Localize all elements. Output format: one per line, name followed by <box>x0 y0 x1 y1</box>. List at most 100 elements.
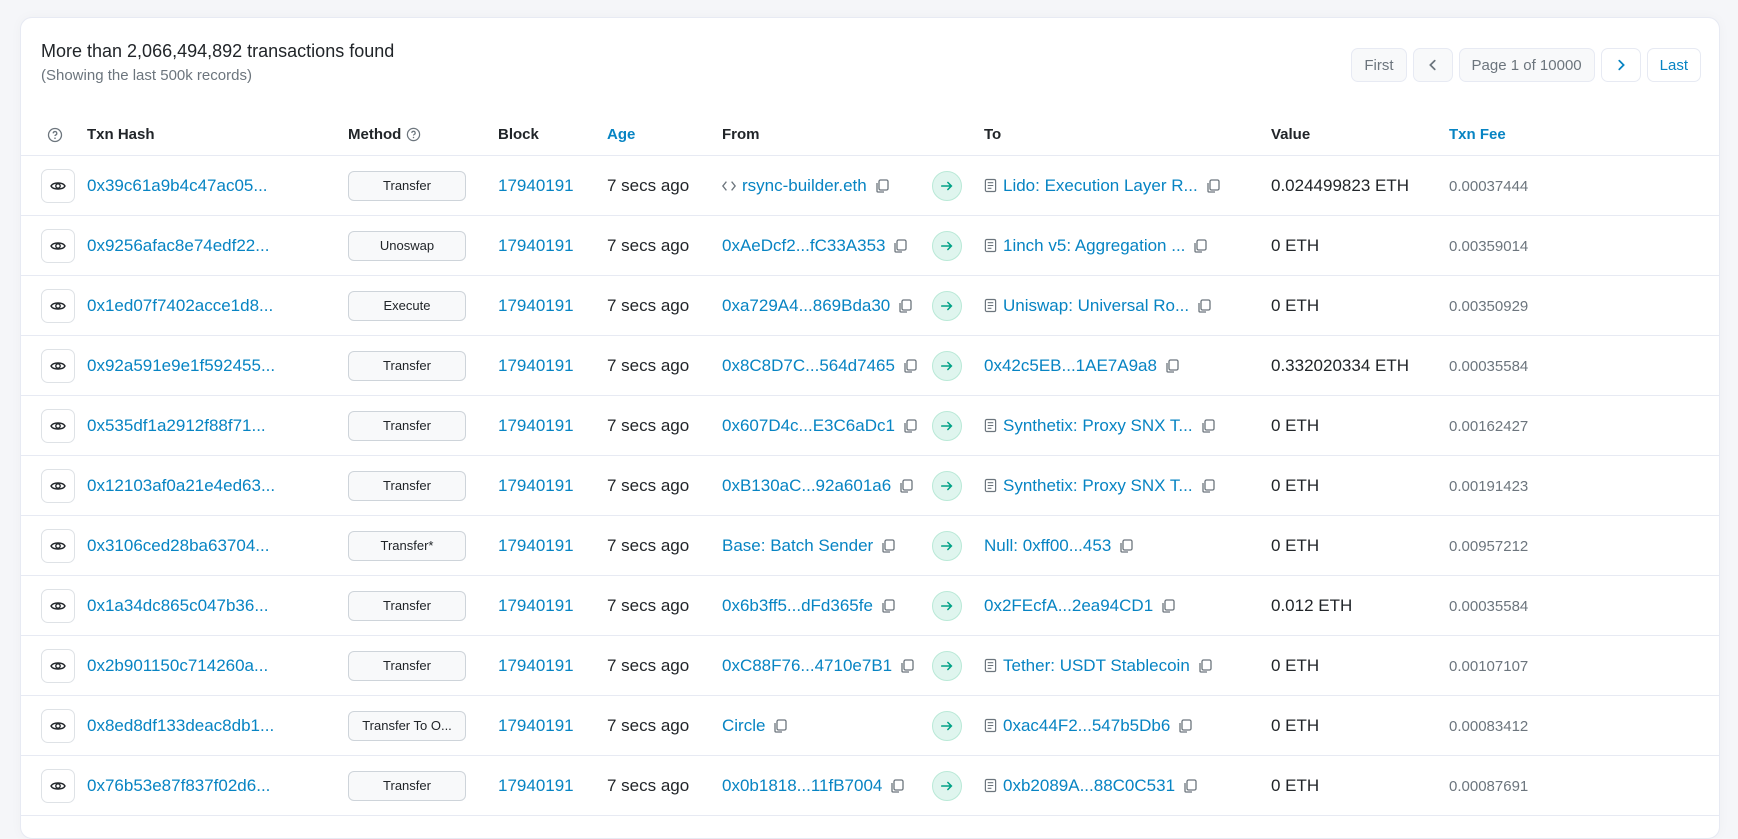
txn-hash-link[interactable]: 0x1ed07f7402acce1d8... <box>87 296 273 315</box>
preview-button[interactable] <box>41 408 75 443</box>
next-page-button[interactable] <box>1600 48 1641 82</box>
block-link[interactable]: 17940191 <box>498 716 574 735</box>
preview-button[interactable] <box>41 168 75 203</box>
copy-icon[interactable] <box>1176 717 1194 735</box>
copy-icon[interactable] <box>891 237 909 255</box>
txn-hash-link[interactable]: 0x2b901150c714260a... <box>87 656 268 675</box>
block-link[interactable]: 17940191 <box>498 356 574 375</box>
copy-icon[interactable] <box>896 297 914 315</box>
to-address-link[interactable]: Null: 0xff00...453 <box>984 536 1111 556</box>
value-text: 0 ETH <box>1271 235 1320 255</box>
copy-icon[interactable] <box>1195 297 1213 315</box>
copy-icon[interactable] <box>1196 657 1214 675</box>
header-block: Block <box>498 113 607 156</box>
preview-button[interactable] <box>41 648 75 683</box>
arrow-right-icon <box>932 290 962 321</box>
block-link[interactable]: 17940191 <box>498 776 574 795</box>
txn-hash-link[interactable]: 0x39c61a9b4c47ac05... <box>87 176 268 195</box>
from-cell: 0x6b3ff5...dFd365fe <box>722 596 932 616</box>
txn-hash-link[interactable]: 0x1a34dc865c047b36... <box>87 596 269 615</box>
question-circle-icon[interactable] <box>47 127 63 143</box>
txn-hash-link[interactable]: 0x12103af0a21e4ed63... <box>87 476 275 495</box>
from-address-link[interactable]: 0xa729A4...869Bda30 <box>722 296 890 316</box>
from-address-link[interactable]: 0x0b1818...11fB7004 <box>722 776 882 796</box>
to-cell: 0x2FEcfA...2ea94CD1 <box>984 596 1271 616</box>
preview-button[interactable] <box>41 468 75 503</box>
method-badge: Transfer To O... <box>348 710 466 741</box>
arrow-right-icon <box>932 530 962 561</box>
preview-button[interactable] <box>41 708 75 743</box>
to-address-link[interactable]: 0xb2089A...88C0C531 <box>1003 776 1175 796</box>
to-address-link[interactable]: 0x2FEcfA...2ea94CD1 <box>984 596 1153 616</box>
header-age[interactable]: Age <box>607 113 722 156</box>
copy-icon[interactable] <box>1204 177 1222 195</box>
to-address-link[interactable]: Synthetix: Proxy SNX T... <box>1003 416 1193 436</box>
copy-icon[interactable] <box>1181 777 1199 795</box>
txn-hash-link[interactable]: 0x9256afac8e74edf22... <box>87 236 269 255</box>
from-address-link[interactable]: 0x607D4c...E3C6aDc1 <box>722 416 895 436</box>
copy-icon[interactable] <box>901 357 919 375</box>
from-address-link[interactable]: 0xAeDcf2...fC33A353 <box>722 236 885 256</box>
copy-icon[interactable] <box>888 777 906 795</box>
to-address-link[interactable]: 0xac44F2...547b5Db6 <box>1003 716 1170 736</box>
last-page-button[interactable]: Last <box>1646 48 1701 82</box>
to-address-link[interactable]: Uniswap: Universal Ro... <box>1003 296 1189 316</box>
copy-icon[interactable] <box>1117 537 1135 555</box>
eye-icon <box>50 541 66 550</box>
copy-icon[interactable] <box>901 417 919 435</box>
block-link[interactable]: 17940191 <box>498 596 574 615</box>
to-address-link[interactable]: Synthetix: Proxy SNX T... <box>1003 476 1193 496</box>
to-address-link[interactable]: Tether: USDT Stablecoin <box>1003 656 1190 676</box>
copy-icon[interactable] <box>1163 357 1181 375</box>
block-link[interactable]: 17940191 <box>498 476 574 495</box>
from-address-link[interactable]: 0x6b3ff5...dFd365fe <box>722 596 873 616</box>
copy-icon[interactable] <box>771 717 789 735</box>
from-address-link[interactable]: 0xC88F76...4710e7B1 <box>722 656 892 676</box>
block-link[interactable]: 17940191 <box>498 536 574 555</box>
copy-icon[interactable] <box>873 177 891 195</box>
copy-icon[interactable] <box>1199 477 1217 495</box>
from-address-link[interactable]: Base: Batch Sender <box>722 536 873 556</box>
question-circle-icon[interactable] <box>406 127 421 142</box>
txn-fee-text: 0.00037444 <box>1449 177 1529 195</box>
from-address-link[interactable]: 0xB130aC...92a601a6 <box>722 476 891 496</box>
preview-button[interactable] <box>41 228 75 263</box>
copy-icon[interactable] <box>879 537 897 555</box>
copy-icon[interactable] <box>898 657 916 675</box>
txn-hash-link[interactable]: 0x8ed8df133deac8db1... <box>87 716 274 735</box>
txn-hash-link[interactable]: 0x535df1a2912f88f71... <box>87 416 266 435</box>
copy-icon[interactable] <box>1191 237 1209 255</box>
preview-button[interactable] <box>41 348 75 383</box>
age-text: 7 secs ago <box>607 475 690 495</box>
txn-hash-link[interactable]: 0x76b53e87f837f02d6... <box>87 776 270 795</box>
to-address-link[interactable]: Lido: Execution Layer R... <box>1003 176 1198 196</box>
arrow-right-icon <box>932 770 962 801</box>
txn-hash-link[interactable]: 0x92a591e9e1f592455... <box>87 356 275 375</box>
preview-button[interactable] <box>41 288 75 323</box>
block-link[interactable]: 17940191 <box>498 656 574 675</box>
prev-page-button[interactable] <box>1412 48 1453 82</box>
from-address-link[interactable]: rsync-builder.eth <box>742 176 867 196</box>
block-link[interactable]: 17940191 <box>498 176 574 195</box>
txn-hash-link[interactable]: 0x3106ced28ba63704... <box>87 536 269 555</box>
block-link[interactable]: 17940191 <box>498 416 574 435</box>
block-link[interactable]: 17940191 <box>498 236 574 255</box>
copy-icon[interactable] <box>1199 417 1217 435</box>
preview-button[interactable] <box>41 588 75 623</box>
method-badge: Transfer <box>348 590 466 621</box>
method-badge: Transfer <box>348 650 466 681</box>
from-address-link[interactable]: 0x8C8D7C...564d7465 <box>722 356 895 376</box>
copy-icon[interactable] <box>879 597 897 615</box>
first-page-button[interactable]: First <box>1351 48 1407 82</box>
copy-icon[interactable] <box>1159 597 1177 615</box>
preview-button[interactable] <box>41 528 75 563</box>
copy-icon[interactable] <box>897 477 915 495</box>
to-address-link[interactable]: 1inch v5: Aggregation ... <box>1003 236 1185 256</box>
to-address-link[interactable]: 0x42c5EB...1AE7A9a8 <box>984 356 1157 376</box>
eye-icon <box>50 481 66 490</box>
block-link[interactable]: 17940191 <box>498 296 574 315</box>
preview-button[interactable] <box>41 768 75 803</box>
table-row: 0x39c61a9b4c47ac05... Transfer 17940191 … <box>21 155 1719 216</box>
header-txn-fee[interactable]: Txn Fee <box>1449 113 1719 156</box>
from-address-link[interactable]: Circle <box>722 716 765 736</box>
